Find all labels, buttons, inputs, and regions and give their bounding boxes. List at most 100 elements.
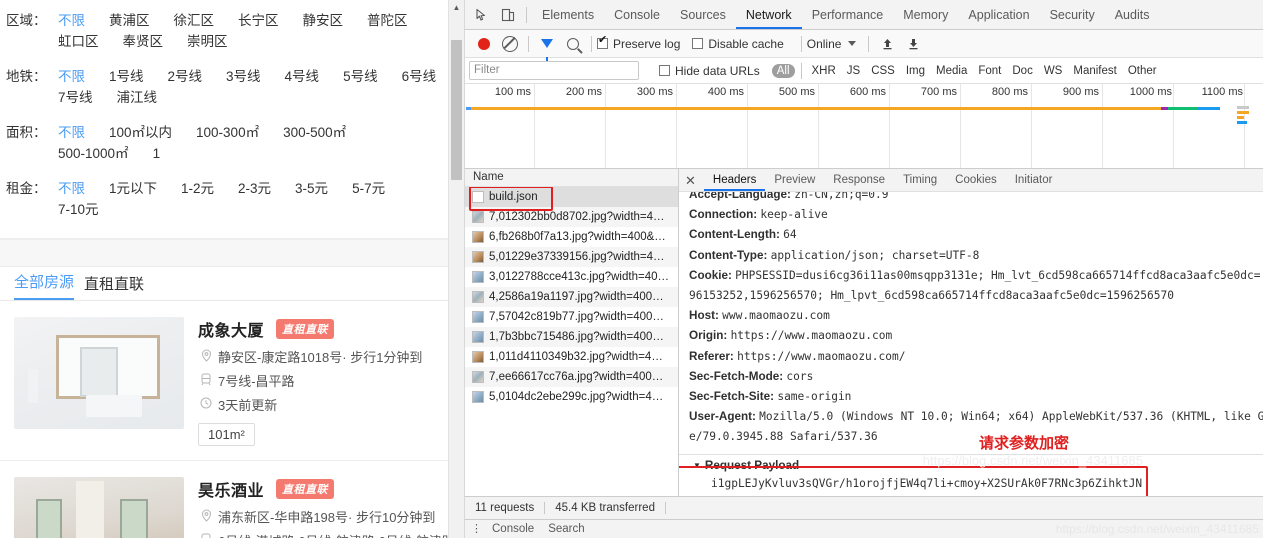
filter-option-rent-4[interactable]: 3-5元 bbox=[295, 178, 328, 199]
record-icon[interactable] bbox=[471, 32, 497, 56]
device-toolbar-icon[interactable] bbox=[495, 3, 521, 27]
triangle-down-icon[interactable]: ▼ bbox=[693, 461, 701, 470]
request-row[interactable]: 3,0122788cce413c.jpg?width=40… bbox=[465, 267, 678, 287]
search-icon[interactable] bbox=[560, 32, 586, 56]
drawer-tab-search[interactable]: Search bbox=[548, 523, 584, 535]
tab-performance[interactable]: Performance bbox=[802, 1, 894, 29]
clear-icon[interactable] bbox=[497, 32, 523, 56]
filter-option-region-5[interactable]: 普陀区 bbox=[367, 10, 408, 31]
listing-title[interactable]: 昊乐酒业 bbox=[198, 477, 264, 501]
detail-tab-initiator[interactable]: Initiator bbox=[1006, 170, 1062, 191]
request-row[interactable]: 7,57042c819b77.jpg?width=400… bbox=[465, 307, 678, 327]
more-vertical-icon[interactable]: ⋮ bbox=[471, 523, 482, 535]
filter-type-xhr[interactable]: XHR bbox=[807, 64, 841, 78]
tab-sources[interactable]: Sources bbox=[670, 1, 736, 29]
listing-title[interactable]: 成象大厦 bbox=[198, 317, 264, 341]
filter-option-rent-6[interactable]: 7-10元 bbox=[58, 199, 99, 220]
filter-option-metro-7[interactable]: 7号线 bbox=[58, 87, 93, 108]
filter-option-metro-5[interactable]: 5号线 bbox=[343, 66, 378, 87]
filter-option-area-3[interactable]: 300-500㎡ bbox=[283, 122, 346, 143]
detail-tab-timing[interactable]: Timing bbox=[894, 170, 946, 191]
filter-option-rent-3[interactable]: 2-3元 bbox=[238, 178, 271, 199]
tab-security[interactable]: Security bbox=[1040, 1, 1105, 29]
throttling-select[interactable]: Online bbox=[807, 37, 842, 51]
filter-input[interactable]: Filter bbox=[469, 61, 639, 80]
detail-tab-response[interactable]: Response bbox=[824, 170, 894, 191]
request-row[interactable]: 7,ee66617cc76a.jpg?width=400… bbox=[465, 367, 678, 387]
filter-type-css[interactable]: CSS bbox=[866, 64, 900, 78]
page-scrollbar[interactable]: ▲ bbox=[448, 0, 464, 538]
scroll-up-arrow-icon[interactable]: ▲ bbox=[449, 0, 464, 16]
filter-option-metro-1[interactable]: 1号线 bbox=[109, 66, 144, 87]
filter-option-region-8[interactable]: 崇明区 bbox=[187, 31, 228, 52]
filter-option-metro-6[interactable]: 6号线 bbox=[402, 66, 437, 87]
filter-type-all[interactable]: All bbox=[771, 63, 795, 78]
filter-option-metro-0[interactable]: 不限 bbox=[58, 66, 85, 87]
detail-tab-headers[interactable]: Headers bbox=[704, 170, 765, 191]
request-row[interactable]: 1,7b3bbc715486.jpg?width=400… bbox=[465, 327, 678, 347]
filter-type-doc[interactable]: Doc bbox=[1007, 64, 1037, 78]
request-row[interactable]: 4,2586a19a1197.jpg?width=400… bbox=[465, 287, 678, 307]
tab-elements[interactable]: Elements bbox=[532, 1, 604, 29]
preserve-log-checkbox[interactable]: Preserve log bbox=[597, 35, 680, 51]
filter-type-img[interactable]: Img bbox=[901, 64, 930, 78]
tab-application[interactable]: Application bbox=[958, 1, 1039, 29]
drawer-tab-console[interactable]: Console bbox=[492, 523, 534, 535]
filter-option-metro-4[interactable]: 4号线 bbox=[285, 66, 320, 87]
filter-type-other[interactable]: Other bbox=[1123, 64, 1162, 78]
import-har-icon[interactable] bbox=[874, 32, 900, 56]
filter-option-area-4[interactable]: 500-1000㎡ bbox=[58, 143, 129, 164]
detail-tab-cookies[interactable]: Cookies bbox=[946, 170, 1006, 191]
filter-option-area-5[interactable]: 1 bbox=[153, 143, 161, 164]
filter-option-area-0[interactable]: 不限 bbox=[58, 122, 85, 143]
filter-option-region-4[interactable]: 静安区 bbox=[303, 10, 344, 31]
filter-option-metro-8[interactable]: 浦江线 bbox=[117, 87, 158, 108]
filter-option-rent-2[interactable]: 1-2元 bbox=[181, 178, 214, 199]
listing-item[interactable]: 成象大厦 直租直联 静安区-康定路1018号· 步行1分钟到 7号线-昌平路 3… bbox=[0, 301, 464, 461]
filter-type-ws[interactable]: WS bbox=[1039, 64, 1068, 78]
request-row[interactable]: 1,011d4110349b32.jpg?width=4… bbox=[465, 347, 678, 367]
tab-direct-rent[interactable]: 直租直联 bbox=[84, 273, 144, 300]
network-timeline-overview[interactable]: 100 ms 200 ms 300 ms 400 ms 500 ms 600 m… bbox=[465, 84, 1263, 169]
request-row[interactable]: 5,0104dc2ebe299c.jpg?width=4… bbox=[465, 387, 678, 407]
tab-memory[interactable]: Memory bbox=[893, 1, 958, 29]
filter-option-area-2[interactable]: 100-300㎡ bbox=[196, 122, 259, 143]
tab-network[interactable]: Network bbox=[736, 1, 802, 29]
export-har-icon[interactable] bbox=[900, 32, 926, 56]
filter-funnel-icon[interactable] bbox=[534, 32, 560, 61]
request-row-build-json[interactable]: build.json bbox=[465, 187, 678, 207]
filter-option-rent-1[interactable]: 1元以下 bbox=[109, 178, 157, 199]
inspect-element-icon[interactable] bbox=[469, 3, 495, 27]
listing-thumbnail[interactable] bbox=[14, 477, 184, 538]
hide-data-urls-checkbox[interactable]: Hide data URLs bbox=[659, 64, 760, 78]
filter-type-media[interactable]: Media bbox=[931, 64, 972, 78]
request-row[interactable]: 6,fb268b0f7a13.jpg?width=400&… bbox=[465, 227, 678, 247]
filter-option-metro-3[interactable]: 3号线 bbox=[226, 66, 261, 87]
tab-all-listings[interactable]: 全部房源 bbox=[14, 271, 75, 300]
filter-option-region-2[interactable]: 徐汇区 bbox=[174, 10, 215, 31]
filter-option-rent-0[interactable]: 不限 bbox=[58, 178, 85, 199]
filter-type-js[interactable]: JS bbox=[842, 64, 865, 78]
close-icon[interactable]: ✕ bbox=[685, 174, 696, 187]
listing-thumbnail[interactable] bbox=[14, 317, 184, 429]
scrollbar-thumb[interactable] bbox=[451, 40, 462, 180]
filter-type-manifest[interactable]: Manifest bbox=[1068, 64, 1121, 78]
request-row[interactable]: 7,012302bb0d8702.jpg?width=4… bbox=[465, 207, 678, 227]
filter-option-metro-2[interactable]: 2号线 bbox=[168, 66, 203, 87]
filter-option-region-0[interactable]: 不限 bbox=[58, 10, 85, 31]
filter-option-rent-5[interactable]: 5-7元 bbox=[352, 178, 385, 199]
filter-option-region-3[interactable]: 长宁区 bbox=[238, 10, 279, 31]
disable-cache-checkbox[interactable]: Disable cache bbox=[692, 37, 784, 51]
filter-option-region-1[interactable]: 黄浦区 bbox=[109, 10, 150, 31]
listing-item[interactable]: 昊乐酒业 直租直联 浦东新区-华申路198号· 步行10分钟到 6号线-港城路 … bbox=[0, 461, 464, 538]
tab-console[interactable]: Console bbox=[604, 1, 670, 29]
filter-type-font[interactable]: Font bbox=[973, 64, 1006, 78]
chevron-down-icon[interactable] bbox=[848, 41, 857, 46]
request-row[interactable]: 5,01229e37339156.jpg?width=4… bbox=[465, 247, 678, 267]
tab-audits[interactable]: Audits bbox=[1105, 1, 1160, 29]
detail-tab-preview[interactable]: Preview bbox=[765, 170, 824, 191]
request-payload-label: Request Payload bbox=[704, 458, 800, 472]
filter-option-region-7[interactable]: 奉贤区 bbox=[123, 31, 164, 52]
filter-option-region-6[interactable]: 虹口区 bbox=[58, 31, 99, 52]
filter-option-area-1[interactable]: 100㎡以内 bbox=[109, 122, 172, 143]
